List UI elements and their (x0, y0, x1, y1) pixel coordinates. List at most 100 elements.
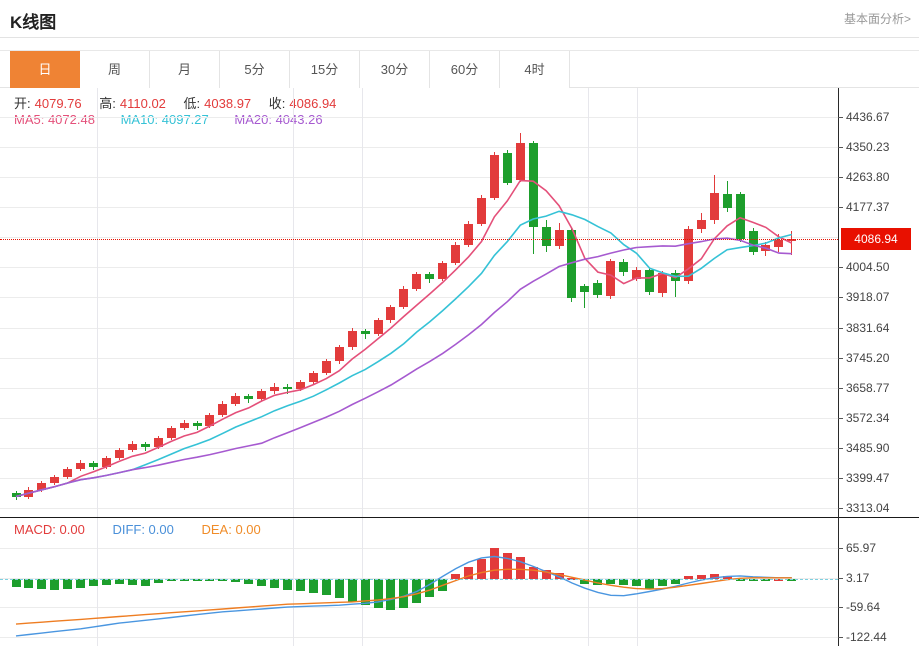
macd-bar (270, 579, 280, 588)
macd-bar (502, 553, 512, 580)
macd-tick (838, 548, 843, 550)
candle (127, 443, 137, 450)
price-tick-label: 3745.20 (846, 350, 890, 365)
price-tick-label: 4177.37 (846, 200, 890, 215)
gridline-v (97, 88, 98, 517)
candle (373, 320, 383, 335)
candle (696, 219, 706, 229)
high-value: 4110.02 (119, 96, 166, 111)
candle (140, 443, 150, 448)
candle (541, 226, 551, 246)
macd-bar (541, 569, 551, 580)
price-tick (838, 177, 843, 179)
price-tick (838, 327, 843, 329)
macd-tick (838, 607, 843, 609)
price-tick-label: 3572.34 (846, 410, 890, 425)
candle (528, 142, 538, 227)
candle (632, 269, 642, 279)
gridline-h (0, 297, 838, 299)
gridline-h (0, 147, 838, 149)
header-divider (0, 37, 919, 38)
kline-chart-widget: K线图 基本面分析> 日周月 5分 15分 30分 60分 4时 开: 4079.76 高:… (0, 0, 919, 646)
price-tick-label: 3399.47 (846, 470, 890, 485)
current-price-tag: 4086.94 (841, 227, 911, 250)
tab-period-1[interactable]: 周 (80, 51, 150, 88)
price-tick-label: 3831.64 (846, 320, 890, 335)
tab-period-0[interactable]: 日 (10, 51, 80, 88)
macd-bar (528, 566, 538, 580)
ma5-value: MA5: 4072.48 (14, 112, 95, 127)
macd-bar (386, 579, 396, 611)
low-label: 低: (183, 96, 201, 111)
candle (464, 223, 474, 245)
candle (774, 240, 784, 248)
macd-zero-line (0, 579, 838, 581)
price-tick-label: 3658.77 (846, 380, 890, 395)
high-label: 高: (99, 96, 116, 111)
tab-period-7[interactable]: 4时 (500, 51, 570, 88)
chart-canvas[interactable] (0, 88, 919, 646)
tab-period-2[interactable]: 月 (150, 51, 220, 88)
candle (24, 489, 34, 497)
macd-bar (399, 579, 409, 608)
tab-period-6[interactable]: 60分 (430, 51, 500, 88)
candle (218, 403, 228, 416)
period-tab-bar: 日周月 5分 15分 30分 60分 4时 (0, 50, 919, 88)
candle (580, 286, 590, 292)
candle (438, 262, 448, 279)
macd-bar (476, 559, 486, 580)
macd-bar (464, 567, 474, 580)
macd-tick-label: 3.17 (846, 570, 870, 585)
candle (114, 449, 124, 459)
gridline-h (0, 607, 838, 609)
macd-tick (838, 637, 843, 639)
candle (670, 273, 680, 281)
gridline-v (293, 518, 294, 646)
open-value: 4079.76 (34, 96, 82, 111)
macd-value: MACD: 0.00 (14, 522, 85, 537)
tab-period-3[interactable]: 5分 (220, 51, 290, 88)
macd-bar (425, 579, 435, 598)
tab-period-4[interactable]: 15分 (290, 51, 360, 88)
candle (619, 261, 629, 273)
price-tick (838, 267, 843, 269)
diff-value: DIFF: 0.00 (112, 522, 174, 537)
macd-bar (308, 579, 318, 594)
macd-bar (63, 579, 73, 589)
price-tick (838, 387, 843, 389)
candle (515, 142, 525, 180)
candle (735, 193, 745, 240)
price-tick-label: 4263.80 (846, 170, 890, 185)
candle (761, 244, 771, 251)
macd-bar (632, 579, 642, 587)
macd-tick-label: -122.44 (846, 630, 887, 645)
gridline-v (362, 88, 363, 517)
open-label: 开: (14, 96, 31, 111)
candle (11, 493, 21, 497)
ma10-value: MA10: 4097.27 (120, 112, 209, 127)
candle (37, 483, 47, 490)
price-tick-label: 4436.67 (846, 110, 890, 124)
price-tick (838, 477, 843, 479)
candle (270, 386, 280, 392)
macd-bar (489, 548, 499, 580)
fundamental-analysis-link[interactable]: 基本面分析> (844, 10, 911, 27)
macd-bar (89, 579, 99, 587)
gridline-h (0, 267, 838, 269)
ma20-value: MA20: 4043.26 (234, 112, 323, 127)
macd-readout: MACD: 0.00 DIFF: 0.00 DEA: 0.00 (14, 522, 265, 537)
macd-bar (438, 579, 448, 591)
tab-period-5[interactable]: 30分 (360, 51, 430, 88)
macd-bar (373, 579, 383, 609)
candle (257, 391, 267, 400)
candle (451, 244, 461, 263)
page-title: K线图 (10, 13, 57, 32)
candle (645, 269, 655, 292)
candle (244, 395, 254, 400)
candle (476, 197, 486, 224)
macd-bar (412, 579, 422, 603)
macd-bar (283, 579, 293, 590)
candle (722, 193, 732, 208)
macd-bar (334, 579, 344, 599)
candle (102, 458, 111, 467)
